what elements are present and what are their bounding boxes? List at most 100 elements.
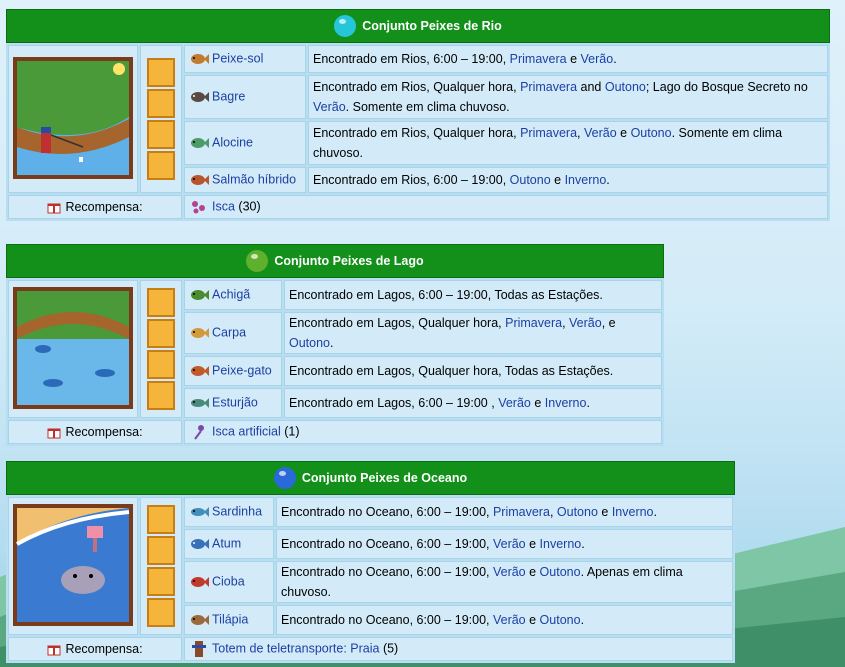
season-link[interactable]: Verão xyxy=(313,100,346,114)
item-slot[interactable] xyxy=(147,120,175,149)
shad-icon xyxy=(191,138,209,148)
season-link[interactable]: Inverno xyxy=(565,173,607,187)
fish-description: Encontrado no Oceano, 6:00 – 19:00, Verã… xyxy=(276,529,733,559)
season-link[interactable]: Outono xyxy=(540,565,581,579)
fish-link[interactable]: Salmão híbrido xyxy=(212,172,296,186)
item-slot[interactable] xyxy=(147,381,175,410)
season-link[interactable]: Outono xyxy=(540,613,581,627)
reward-item-link[interactable]: Isca artificial xyxy=(212,424,281,438)
fish-link[interactable]: Cioba xyxy=(212,574,245,588)
bundle-art xyxy=(8,280,138,418)
bundle-title: Conjunto Peixes de Oceano xyxy=(301,471,468,485)
season-link[interactable]: Verão xyxy=(569,316,602,330)
fish-cell: Esturjão xyxy=(184,388,282,418)
item-slot[interactable] xyxy=(147,536,175,565)
bundle-art xyxy=(8,497,138,635)
reward-label-cell: Recompensa: xyxy=(8,195,182,219)
river-painting-icon xyxy=(13,56,133,179)
bundle-river: Conjunto Peixes de Rio Peixe-sol Encontr… xyxy=(6,9,830,221)
ocean-painting-icon xyxy=(13,503,133,626)
season-link[interactable]: Outono xyxy=(557,505,598,519)
bundle-lake: Conjunto Peixes de Lago Achigã Encontrad… xyxy=(6,244,664,446)
warp-totem-icon xyxy=(192,641,206,657)
season-link[interactable]: Outono xyxy=(605,80,646,94)
fish-link[interactable]: Atum xyxy=(212,536,241,550)
reward-label: Recompensa: xyxy=(65,199,143,214)
fish-link[interactable]: Peixe-sol xyxy=(212,51,263,65)
fish-link[interactable]: Tilápia xyxy=(212,612,248,626)
bullhead-icon xyxy=(191,366,209,376)
season-link[interactable]: Inverno xyxy=(540,537,582,551)
fish-cell: Achigã xyxy=(184,280,282,310)
bundle-header: Conjunto Peixes de Lago xyxy=(6,244,664,278)
fish-cell: Salmão híbrido xyxy=(184,167,306,193)
fish-link[interactable]: Alocine xyxy=(212,135,253,149)
fish-cell: Atum xyxy=(184,529,274,559)
reward-item-link[interactable]: Isca xyxy=(212,199,235,213)
season-link[interactable]: Primavera xyxy=(505,316,562,330)
dressed-spinner-icon xyxy=(194,425,204,440)
reward-cell: Totem de teletransporte: Praia (5) xyxy=(184,637,733,661)
season-link[interactable]: Verão xyxy=(584,126,617,140)
reward-quantity: (5) xyxy=(382,641,399,656)
fish-description: Encontrado em Rios, Qualquer hora, Prima… xyxy=(308,121,828,165)
tilapia-icon xyxy=(191,615,209,625)
season-link[interactable]: Verão xyxy=(581,52,614,66)
sunfish-icon xyxy=(191,54,209,64)
fish-cell: Cioba xyxy=(184,561,274,603)
season-link[interactable]: Outono xyxy=(289,336,330,350)
fish-link[interactable]: Esturjão xyxy=(212,395,258,409)
item-slot[interactable] xyxy=(147,319,175,348)
season-link[interactable]: Verão xyxy=(493,613,526,627)
bundle-slots xyxy=(140,45,182,193)
reward-quantity: (30) xyxy=(238,199,261,214)
sapphire-gem-icon xyxy=(273,467,296,489)
season-link[interactable]: Inverno xyxy=(612,505,654,519)
bundle-table: Achigã Encontrado em Lagos, 6:00 – 19:00… xyxy=(6,278,664,446)
item-slot[interactable] xyxy=(147,567,175,596)
fish-cell: Alocine xyxy=(184,121,306,165)
item-slot[interactable] xyxy=(147,598,175,627)
fish-description: Encontrado no Oceano, 6:00 – 19:00, Prim… xyxy=(276,497,733,527)
item-slot[interactable] xyxy=(147,58,175,87)
reward-cell: Isca (30) xyxy=(184,195,828,219)
fish-link[interactable]: Bagre xyxy=(212,89,245,103)
gift-icon xyxy=(47,203,61,214)
bundle-table: Peixe-sol Encontrado em Rios, 6:00 – 19:… xyxy=(6,43,830,221)
item-slot[interactable] xyxy=(147,505,175,534)
season-link[interactable]: Inverno xyxy=(545,396,587,410)
fish-cell: Peixe-sol xyxy=(184,45,306,73)
fish-link[interactable]: Sardinha xyxy=(212,504,262,518)
fish-link[interactable]: Carpa xyxy=(212,325,246,339)
season-link[interactable]: Verão xyxy=(498,396,531,410)
sturgeon-icon xyxy=(191,398,209,408)
season-link[interactable]: Verão xyxy=(493,565,526,579)
fish-description: Encontrado em Lagos, 6:00 – 19:00 , Verã… xyxy=(284,388,662,418)
reward-label-cell: Recompensa: xyxy=(8,637,182,661)
bundle-header: Conjunto Peixes de Oceano xyxy=(6,461,735,495)
bundle-title: Conjunto Peixes de Lago xyxy=(274,254,424,268)
tiger-trout-icon xyxy=(191,175,209,185)
item-slot[interactable] xyxy=(147,151,175,180)
reward-label: Recompensa: xyxy=(65,424,143,439)
aquamarine-gem-icon xyxy=(334,15,357,37)
season-link[interactable]: Outono xyxy=(510,173,551,187)
item-slot[interactable] xyxy=(147,288,175,317)
item-slot[interactable] xyxy=(147,89,175,118)
season-link[interactable]: Primavera xyxy=(493,505,550,519)
season-link[interactable]: Verão xyxy=(493,537,526,551)
season-link[interactable]: Primavera xyxy=(510,52,567,66)
fish-description: Encontrado no Oceano, 6:00 – 19:00, Verã… xyxy=(276,605,733,635)
red-snapper-icon xyxy=(191,577,209,587)
fish-link[interactable]: Peixe-gato xyxy=(212,363,272,377)
fish-description: Encontrado em Lagos, 6:00 – 19:00, Todas… xyxy=(284,280,662,310)
reward-item-link[interactable]: Totem de teletransporte: Praia xyxy=(212,641,379,655)
fish-description: Encontrado em Lagos, Qualquer hora, Prim… xyxy=(284,312,662,354)
season-link[interactable]: Primavera xyxy=(520,126,577,140)
season-link[interactable]: Primavera xyxy=(520,80,577,94)
item-slot[interactable] xyxy=(147,350,175,379)
gift-icon xyxy=(47,428,61,439)
fish-link[interactable]: Achigã xyxy=(212,287,250,301)
season-link[interactable]: Outono xyxy=(631,126,672,140)
bundle-title: Conjunto Peixes de Rio xyxy=(362,19,502,33)
